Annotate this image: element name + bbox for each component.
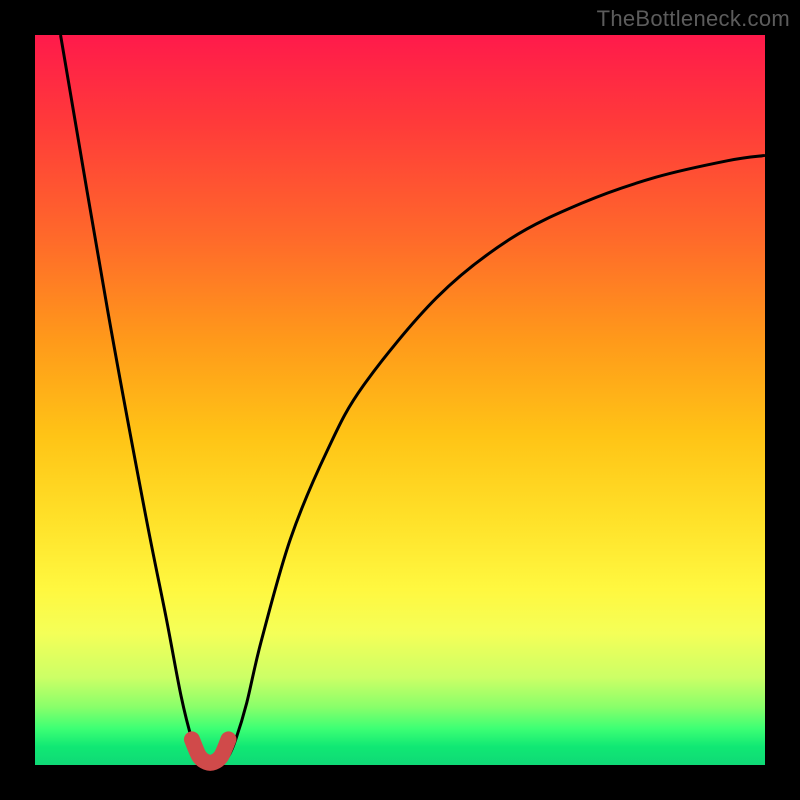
outer-frame: TheBottleneck.com — [0, 0, 800, 800]
bottom-marker-path — [192, 739, 229, 762]
chart-svg — [35, 35, 765, 765]
main-curve-path — [61, 35, 765, 763]
watermark-text: TheBottleneck.com — [597, 6, 790, 32]
